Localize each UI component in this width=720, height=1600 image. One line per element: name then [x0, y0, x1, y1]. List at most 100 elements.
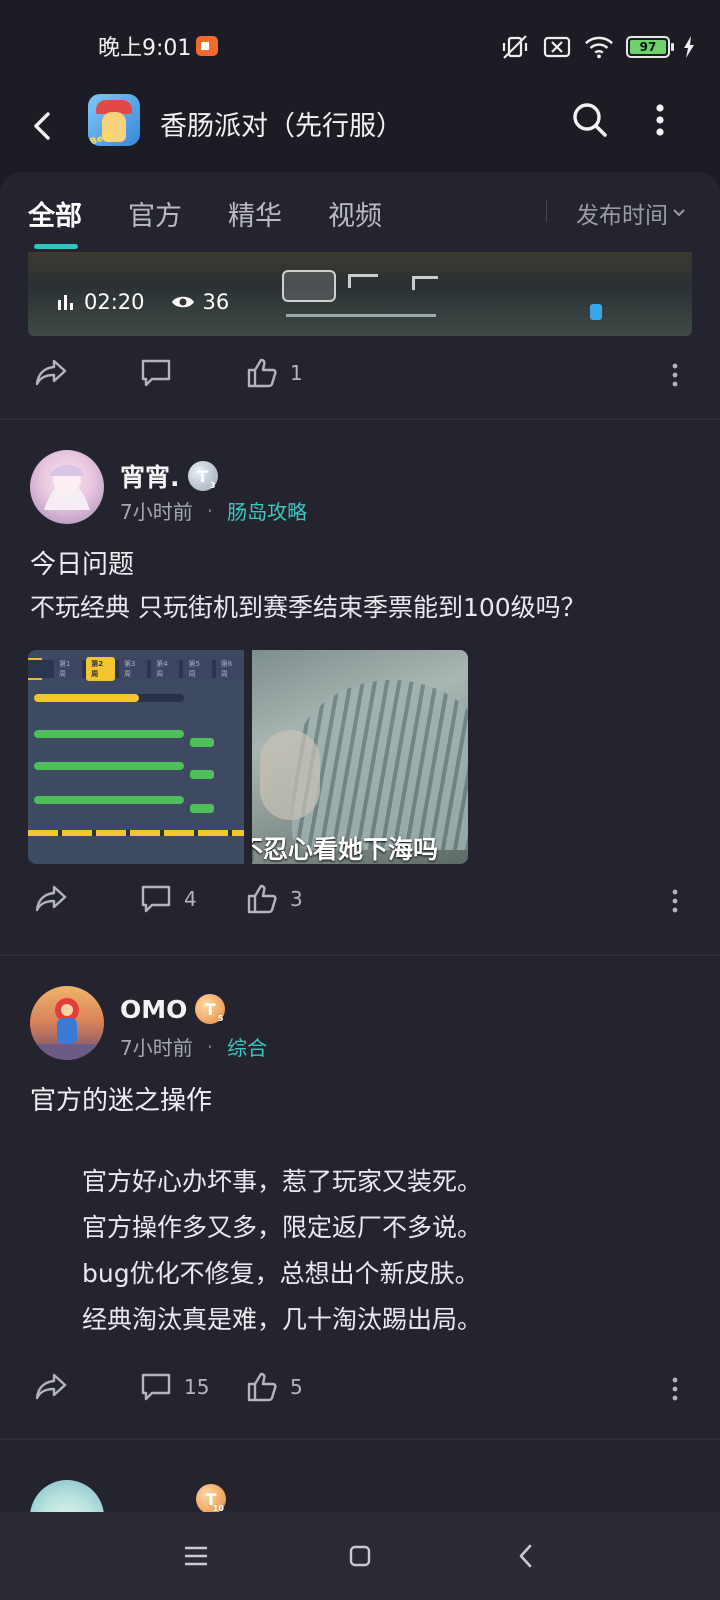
beta-label: Beta	[88, 130, 115, 146]
tab-featured[interactable]: 精华	[228, 194, 282, 233]
more-vertical-icon	[672, 363, 678, 387]
username-text: OMO	[120, 994, 188, 1024]
tab-official[interactable]: 官方	[128, 194, 182, 233]
battery-level: 97	[630, 40, 666, 54]
recent-apps-button[interactable]	[176, 1538, 216, 1574]
username[interactable]: 宵宵. T3	[120, 458, 218, 494]
post-title: 官方的迷之操作	[30, 1086, 213, 1116]
image-caption: 不忍心看她下海吗	[252, 835, 439, 864]
level-badge-icon: T5	[195, 994, 226, 1024]
post-card[interactable]: T 10	[0, 1480, 720, 1512]
comment-button[interactable]	[140, 358, 172, 388]
post-actions: 4 3	[0, 878, 720, 926]
menu-icon	[185, 1546, 207, 1566]
home-button[interactable]	[340, 1538, 380, 1574]
battery-icon: 97	[626, 36, 674, 58]
level-badge-icon: T 10	[196, 1484, 226, 1512]
comment-button[interactable]: 15	[140, 1372, 209, 1402]
post-card[interactable]: OMO T5 7小时前 · 综合 官方的迷之操作 官方好心办坏事，惹了玩家又装死…	[0, 986, 720, 1406]
comment-icon	[141, 359, 171, 387]
post-card[interactable]: 宵宵. T3 7小时前 · 肠岛攻略 今日问题 不玩经典 只玩街机到赛季结束季票…	[0, 450, 720, 914]
card-more-button[interactable]	[670, 360, 680, 390]
game-icon[interactable]: Beta	[88, 94, 140, 146]
video-thumbnail[interactable]: 02:20 36	[28, 252, 692, 336]
tab-bar: 全部 官方 精华 视频 发布时间	[0, 172, 720, 250]
post-image[interactable]: 第1周 第2周 第3周 第4周 第5周 第6周	[28, 650, 244, 864]
no-sim-icon	[542, 34, 572, 60]
sort-dropdown[interactable]: 发布时间	[576, 196, 686, 230]
more-vertical-icon	[656, 104, 664, 136]
comment-button[interactable]: 4	[140, 884, 197, 914]
video-stats: 02:20 36	[56, 290, 247, 314]
like-button[interactable]: 1	[246, 358, 303, 388]
username-text: 宵宵.	[120, 463, 180, 492]
page-title: 香肠派对（先行服）	[160, 111, 403, 142]
avatar[interactable]	[30, 450, 104, 524]
post-image[interactable]: 不忍心看她下海吗	[252, 650, 468, 864]
card-divider	[0, 954, 720, 956]
home-square-icon	[349, 1545, 371, 1567]
avatar[interactable]	[30, 1480, 104, 1512]
share-button[interactable]	[34, 1372, 68, 1402]
post-meta: 7小时前 · 肠岛攻略	[120, 496, 307, 525]
search-button[interactable]	[570, 100, 610, 140]
card-more-button[interactable]	[670, 886, 680, 916]
video-duration: 02:20	[84, 290, 145, 314]
more-menu-button[interactable]	[650, 100, 670, 140]
tab-all[interactable]: 全部	[28, 194, 82, 233]
username[interactable]: OMO T5	[120, 994, 226, 1024]
more-vertical-icon	[672, 1377, 678, 1401]
status-time: 晚上9:01	[98, 36, 192, 61]
sort-label: 发布时间	[576, 203, 668, 229]
chevron-down-icon	[673, 209, 685, 217]
avatar[interactable]	[30, 986, 104, 1060]
feed-panel: 全部 官方 精华 视频 发布时间 02:20 36 1 宵宵. T 3 7小时前…	[0, 172, 720, 1512]
like-count: 5	[290, 1375, 303, 1399]
back-button[interactable]	[22, 106, 62, 146]
post-body-line: 经典淘汰真是难，几十淘汰踢出局。	[82, 1305, 483, 1334]
topic-tag[interactable]: 肠岛攻略	[227, 496, 307, 525]
share-icon	[35, 1373, 67, 1400]
thumbs-up-icon	[247, 1372, 277, 1402]
wifi-icon	[584, 34, 614, 60]
post-body-line: bug优化不修复，总想出个新皮肤。	[82, 1259, 480, 1288]
like-count: 3	[290, 887, 303, 911]
post-body-line: 不玩经典 只玩街机到赛季结束季票能到100级吗？	[30, 593, 586, 622]
status-icons: 97	[500, 34, 696, 60]
comment-icon	[141, 885, 171, 913]
like-button[interactable]: 5	[246, 1372, 303, 1402]
video-views: 36	[202, 290, 230, 314]
charging-icon	[682, 34, 696, 60]
back-chevron-icon	[519, 1544, 532, 1568]
tab-video[interactable]: 视频	[328, 194, 382, 233]
tab-divider	[546, 200, 547, 222]
post-actions: 15 5	[0, 1366, 720, 1414]
post-time: 7小时前	[120, 1036, 193, 1060]
more-vertical-icon	[672, 889, 678, 913]
username[interactable]: T 10	[196, 1484, 226, 1512]
like-count: 1	[290, 361, 303, 385]
card-more-button[interactable]	[670, 1374, 680, 1404]
comment-count: 4	[184, 887, 197, 911]
post-body-line: 官方好心办坏事，惹了玩家又装死。	[82, 1167, 483, 1196]
screen-record-icon	[196, 36, 218, 56]
post-meta: 7小时前 · 综合	[120, 1032, 267, 1061]
comment-icon	[141, 1373, 171, 1401]
mute-vibrate-icon	[500, 34, 530, 60]
like-button[interactable]: 3	[246, 884, 303, 914]
post-title: 今日问题	[30, 550, 135, 580]
system-nav-bar	[0, 1512, 720, 1600]
card-divider	[0, 1438, 720, 1440]
share-icon	[35, 885, 67, 912]
status-bar: 晚上9:01 97	[0, 0, 720, 92]
share-button[interactable]	[34, 884, 68, 914]
share-button[interactable]	[34, 358, 68, 388]
level-badge-icon: T3	[187, 461, 218, 491]
post-body-line: 官方操作多又多，限定返厂不多说。	[82, 1213, 483, 1242]
post-time: 7小时前	[120, 500, 193, 524]
share-icon	[35, 359, 67, 386]
search-icon	[573, 103, 607, 137]
system-back-button[interactable]	[506, 1538, 546, 1574]
app-header: Beta 香肠派对（先行服）	[0, 92, 720, 174]
topic-tag[interactable]: 综合	[227, 1032, 267, 1061]
